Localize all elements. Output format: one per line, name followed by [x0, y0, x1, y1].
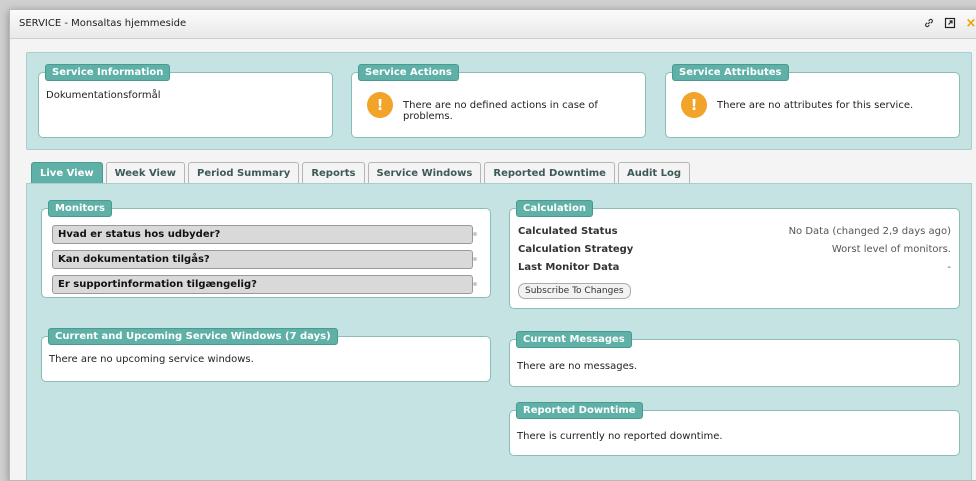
- calculated-status-label: Calculated Status: [518, 226, 618, 237]
- monitor-status-dot: [473, 282, 477, 286]
- view-tabs: Live View Week View Period Summary Repor…: [31, 162, 691, 183]
- messages-box: Current Messages There are no messages.: [509, 331, 960, 387]
- tab-live-view[interactable]: Live View: [31, 162, 103, 183]
- monitors-box: Monitors Hvad er status hos udbyder? Kan…: [41, 200, 491, 298]
- live-view-panel: Monitors Hvad er status hos udbyder? Kan…: [26, 183, 972, 480]
- tab-week-view[interactable]: Week View: [105, 162, 185, 183]
- monitor-item[interactable]: Hvad er status hos udbyder?: [52, 225, 473, 244]
- service-window: SERVICE - Monsaltas hjemmeside × Service…: [9, 9, 976, 481]
- title-bar-controls: ×: [922, 16, 976, 31]
- service-windows-legend: Current and Upcoming Service Windows (7 …: [48, 328, 338, 345]
- warning-icon: !: [681, 92, 707, 118]
- calculated-status-value: No Data (changed 2,9 days ago): [788, 226, 951, 237]
- service-windows-text: There are no upcoming service windows.: [49, 354, 254, 365]
- service-actions-box: Service Actions ! There are no defined a…: [351, 64, 646, 138]
- tab-audit-log[interactable]: Audit Log: [617, 162, 691, 183]
- service-actions-legend: Service Actions: [358, 64, 459, 81]
- service-attributes-box: Service Attributes ! There are no attrib…: [665, 64, 960, 138]
- last-monitor-data-value: -: [947, 262, 951, 273]
- last-monitor-data-label: Last Monitor Data: [518, 262, 620, 273]
- window-title: SERVICE - Monsaltas hjemmeside: [19, 18, 187, 29]
- title-bar: SERVICE - Monsaltas hjemmeside ×: [10, 10, 976, 39]
- reported-downtime-box: Reported Downtime There is currently no …: [509, 402, 960, 456]
- service-windows-box: Current and Upcoming Service Windows (7 …: [41, 328, 491, 382]
- monitor-status-dot: [473, 232, 477, 236]
- monitor-item[interactable]: Kan dokumentation tilgås?: [52, 250, 473, 269]
- service-overview-panel: Service Information Dokumentationsformål…: [26, 52, 972, 150]
- service-actions-text: There are no defined actions in case of …: [403, 100, 598, 122]
- calculation-box: Calculation Calculated Status No Data (c…: [509, 200, 960, 309]
- popout-icon[interactable]: [943, 16, 957, 30]
- service-information-legend: Service Information: [45, 64, 171, 81]
- reported-downtime-legend: Reported Downtime: [516, 402, 643, 419]
- calculation-strategy-value: Worst level of monitors.: [831, 244, 951, 255]
- calculation-legend: Calculation: [516, 200, 593, 217]
- calculation-strategy-label: Calculation Strategy: [518, 244, 634, 255]
- tab-reported-downtime[interactable]: Reported Downtime: [484, 162, 615, 183]
- monitor-status-dot: [473, 257, 477, 261]
- tab-service-windows[interactable]: Service Windows: [367, 162, 482, 183]
- monitor-item[interactable]: Er supportinformation tilgængelig?: [52, 275, 473, 294]
- messages-legend: Current Messages: [516, 331, 632, 348]
- service-attributes-legend: Service Attributes: [672, 64, 789, 81]
- reported-downtime-text: There is currently no reported downtime.: [517, 431, 723, 442]
- warning-icon: !: [367, 92, 393, 118]
- service-information-box: Service Information Dokumentationsformål: [38, 64, 333, 138]
- service-attributes-text: There are no attributes for this service…: [717, 100, 914, 111]
- close-icon[interactable]: ×: [964, 16, 976, 31]
- subscribe-button[interactable]: Subscribe To Changes: [518, 283, 631, 299]
- tab-reports[interactable]: Reports: [302, 162, 365, 183]
- messages-text: There are no messages.: [517, 361, 638, 372]
- monitors-legend: Monitors: [48, 200, 112, 217]
- link-icon[interactable]: [922, 16, 936, 30]
- service-information-text: Dokumentationsformål: [46, 90, 161, 101]
- tab-period-summary[interactable]: Period Summary: [187, 162, 300, 183]
